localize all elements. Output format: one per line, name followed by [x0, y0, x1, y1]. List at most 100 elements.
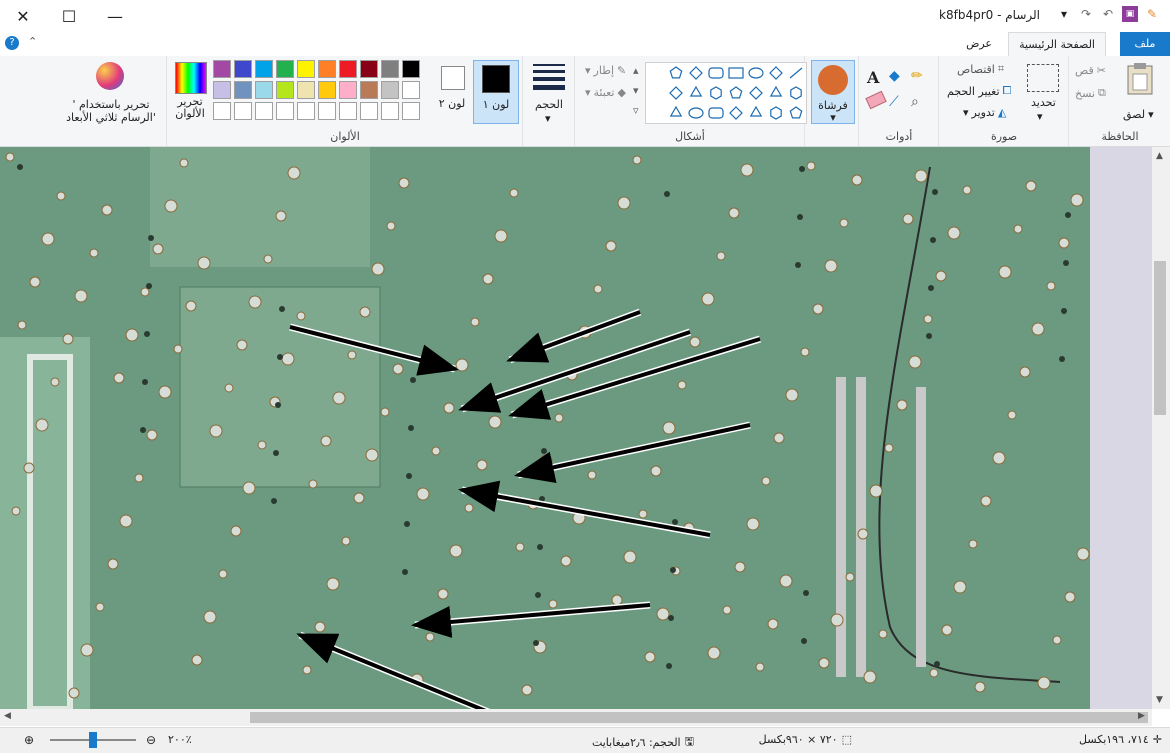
triangle-shape-icon[interactable]: [669, 66, 683, 79]
redo-icon[interactable]: ↷: [1078, 6, 1094, 22]
copy-button[interactable]: نسخ ⧉: [1075, 86, 1106, 100]
brushes-button[interactable]: فرشاة ▾: [811, 60, 855, 124]
color-swatch[interactable]: [276, 102, 294, 120]
tab-home[interactable]: الصفحة الرئيسية: [1008, 32, 1106, 57]
minimize-button[interactable]: —: [92, 0, 138, 32]
maximize-button[interactable]: ☐: [46, 0, 92, 32]
polygon-shape-icon[interactable]: [689, 66, 703, 80]
edit-colors-icon[interactable]: [175, 62, 207, 94]
vertical-scroll-thumb[interactable]: [1154, 261, 1166, 415]
shapes-scroll-down-icon[interactable]: ▾: [633, 84, 639, 97]
close-button[interactable]: ✕: [0, 0, 46, 32]
color-swatch[interactable]: [213, 60, 231, 78]
magnifier-icon[interactable]: ⌕: [911, 94, 919, 110]
color-swatch[interactable]: [255, 60, 273, 78]
text-icon[interactable]: A: [867, 68, 879, 87]
collapse-ribbon-icon[interactable]: ⌃: [28, 35, 37, 48]
color-swatch[interactable]: [402, 81, 420, 99]
drawing-canvas[interactable]: [0, 147, 1152, 709]
horizontal-scrollbar[interactable]: ◀ ▶: [0, 709, 1152, 726]
horizontal-scroll-thumb[interactable]: [250, 712, 1148, 723]
color-swatch[interactable]: [402, 102, 420, 120]
right-triangle-shape-icon[interactable]: [790, 86, 802, 100]
size-label[interactable]: الحجم: [535, 98, 563, 111]
star5-shape-icon[interactable]: [749, 105, 763, 117]
color-swatch[interactable]: [339, 60, 357, 78]
vertical-scrollbar[interactable]: ▲ ▼: [1152, 147, 1170, 709]
color-swatch[interactable]: [381, 60, 399, 78]
eraser-icon[interactable]: [865, 90, 887, 110]
color-swatch[interactable]: [339, 81, 357, 99]
rounded-rect-shape-icon[interactable]: [708, 67, 724, 79]
help-icon[interactable]: ?: [5, 36, 19, 50]
callout-cloud-shape-icon[interactable]: [669, 105, 683, 117]
paint3d-label[interactable]: تحرير باستخدام ' الرسام ثلاثي الأبعاد': [56, 98, 166, 124]
color-swatch[interactable]: [297, 60, 315, 78]
select-dropdown-icon[interactable]: ▾: [1037, 110, 1043, 123]
star6-shape-icon[interactable]: [729, 106, 743, 120]
color-swatch[interactable]: [255, 81, 273, 99]
color1-button[interactable]: لون ١: [473, 60, 519, 124]
paste-label[interactable]: لصق ▾: [1123, 108, 1154, 121]
save-icon[interactable]: ▣: [1122, 6, 1138, 22]
color2-button[interactable]: لون ٢: [435, 60, 469, 122]
scroll-right-arrow-icon[interactable]: ▶: [1138, 711, 1145, 721]
shapes-gallery[interactable]: [645, 62, 807, 124]
color-swatch[interactable]: [297, 102, 315, 120]
undo-icon[interactable]: ↶: [1100, 6, 1116, 22]
zoom-in-button[interactable]: ⊕: [24, 733, 34, 747]
color-picker-icon[interactable]: ⟋: [889, 94, 899, 110]
color-swatch[interactable]: [360, 81, 378, 99]
color-swatch[interactable]: [234, 102, 252, 120]
paste-button[interactable]: [1125, 62, 1155, 96]
color-swatch[interactable]: [234, 60, 252, 78]
select-button[interactable]: [1027, 64, 1059, 92]
color-swatch[interactable]: [360, 102, 378, 120]
resize-button[interactable]: تغيير الحجم ⧠: [947, 84, 1011, 98]
edit-colors-label[interactable]: تحرير الألوان: [167, 96, 213, 120]
color-swatch[interactable]: [276, 60, 294, 78]
select-label[interactable]: تحديد: [1031, 96, 1056, 109]
size-icon[interactable]: [533, 64, 565, 90]
tab-view[interactable]: عرض: [956, 32, 1002, 56]
color-swatch[interactable]: [381, 81, 399, 99]
customize-qat-icon[interactable]: ▾: [1056, 6, 1072, 22]
rotate-button[interactable]: ▾ تدوير ◭: [963, 106, 1006, 119]
curve-shape-icon[interactable]: [769, 66, 783, 80]
color-swatch[interactable]: [318, 102, 336, 120]
fill-shape-button[interactable]: ▾ تعبئة ◆: [585, 86, 626, 99]
arrow-left-shape-icon[interactable]: [689, 85, 703, 97]
line-shape-icon[interactable]: [789, 67, 803, 79]
color-swatch[interactable]: [213, 81, 231, 99]
tab-file[interactable]: ملف: [1120, 32, 1170, 56]
scroll-down-arrow-icon[interactable]: ▼: [1156, 695, 1163, 705]
color-swatch[interactable]: [402, 60, 420, 78]
color-swatch[interactable]: [234, 81, 252, 99]
shapes-scroll-up-icon[interactable]: ▴: [633, 64, 639, 77]
color-swatch[interactable]: [381, 102, 399, 120]
color-swatch[interactable]: [276, 81, 294, 99]
rectangle-shape-icon[interactable]: [728, 67, 744, 79]
oval-shape-icon[interactable]: [748, 67, 764, 79]
color-swatch[interactable]: [339, 102, 357, 120]
arrow-right-shape-icon[interactable]: [710, 86, 722, 100]
color-swatch[interactable]: [360, 60, 378, 78]
color-swatch[interactable]: [255, 102, 273, 120]
hexagon-shape-icon[interactable]: [729, 86, 743, 99]
fill-icon[interactable]: ◆: [889, 68, 900, 84]
scroll-left-arrow-icon[interactable]: ◀: [4, 711, 11, 721]
shapes-more-icon[interactable]: ▿: [633, 104, 639, 117]
zoom-out-button[interactable]: ⊖: [146, 733, 156, 747]
crop-button[interactable]: اقتصاص ⌗: [957, 62, 1004, 76]
diamond-shape-icon[interactable]: [769, 85, 783, 97]
pentagon-shape-icon[interactable]: [749, 86, 763, 100]
zoom-slider[interactable]: [50, 732, 136, 748]
paint3d-icon[interactable]: [96, 62, 124, 90]
zoom-slider-thumb[interactable]: [89, 732, 97, 748]
callout-rect-shape-icon[interactable]: [708, 107, 724, 119]
cut-button[interactable]: قص ✂: [1075, 64, 1106, 77]
color-swatch[interactable]: [213, 102, 231, 120]
size-dropdown-icon[interactable]: ▾: [545, 112, 551, 125]
star4-shape-icon[interactable]: [770, 106, 782, 120]
pencil-icon[interactable]: ✏: [911, 68, 923, 84]
